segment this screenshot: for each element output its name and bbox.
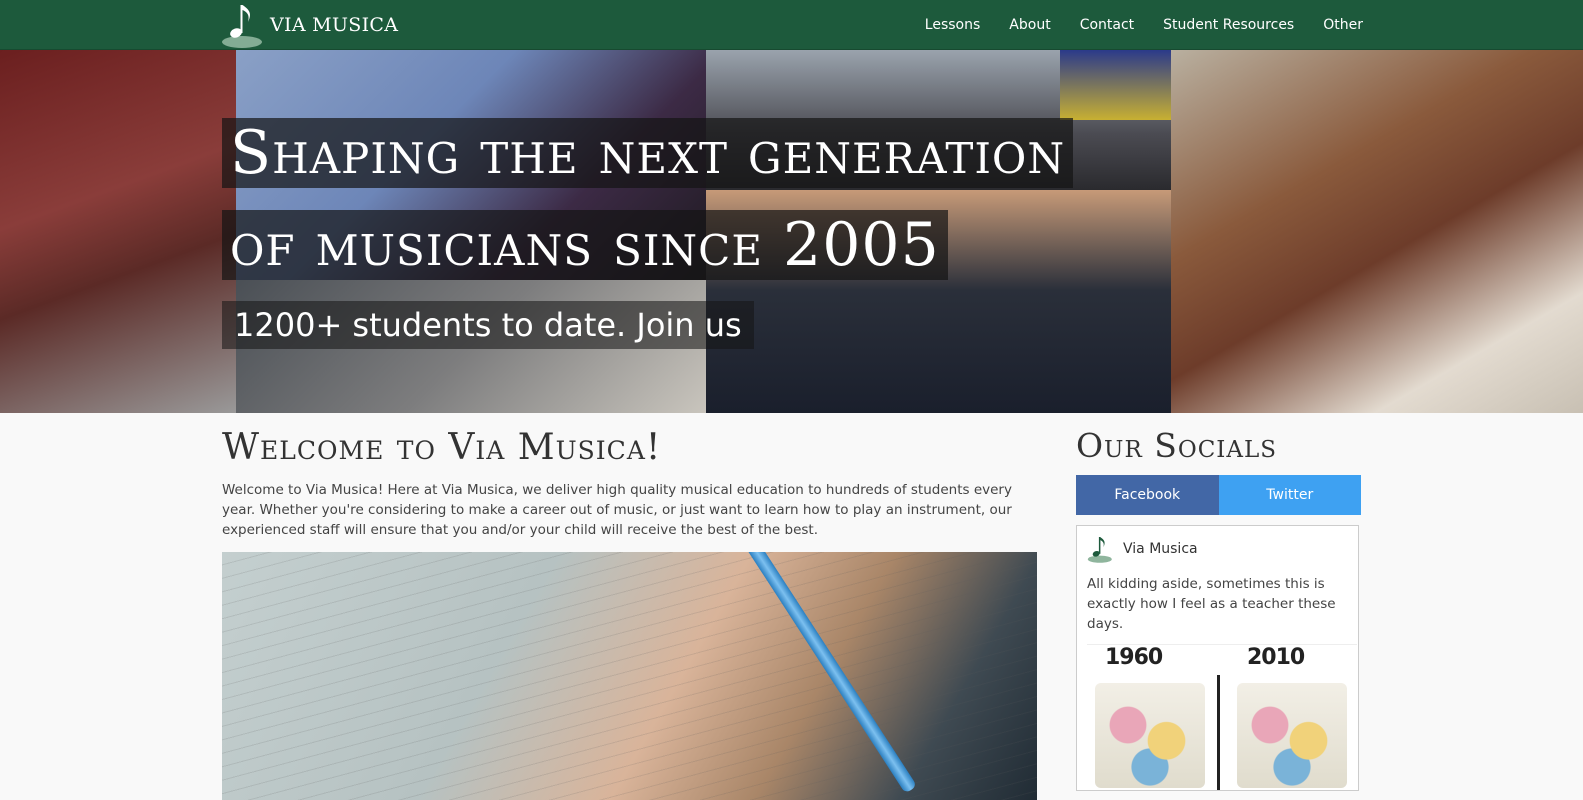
- nav-student-resources[interactable]: Student Resources: [1163, 17, 1294, 33]
- music-note-icon[interactable]: [1087, 534, 1115, 564]
- social-tabs: Facebook Twitter: [1076, 475, 1361, 515]
- comic-image[interactable]: 1960 2010: [1087, 644, 1357, 790]
- brand-name: VIA MUSICA: [270, 14, 399, 36]
- nav-lessons[interactable]: Lessons: [925, 17, 981, 33]
- nav-contact[interactable]: Contact: [1080, 17, 1134, 33]
- comic-divider: [1217, 675, 1220, 790]
- post-text: All kidding aside, sometimes this is exa…: [1087, 576, 1336, 632]
- comic-year-left: 1960: [1105, 645, 1163, 670]
- main-content: Welcome to Via Musica! Welcome to Via Mu…: [222, 413, 1037, 800]
- comic-panel-left: [1095, 683, 1205, 788]
- music-note-icon: [222, 0, 266, 50]
- sheet-music-lines: [222, 552, 1037, 800]
- socials-title: Our Socials: [1076, 426, 1278, 465]
- post-author[interactable]: Via Musica: [1123, 541, 1198, 557]
- nav-other[interactable]: Other: [1323, 17, 1363, 33]
- comic-panel-right: [1237, 683, 1347, 788]
- top-navbar: VIA MUSICA Lessons About Contact Student…: [0, 0, 1583, 50]
- hero-photo-student: [0, 50, 240, 413]
- comic-year-right: 2010: [1247, 645, 1305, 670]
- hero-photo-banner: [1060, 50, 1175, 120]
- sidebar: Our Socials Facebook Twitter Via Musica …: [1076, 413, 1361, 791]
- tab-twitter[interactable]: Twitter: [1218, 475, 1361, 515]
- hero-headline-1: Shaping the next generation: [222, 118, 1074, 188]
- facebook-post: Via Musica All kidding aside, sometimes …: [1076, 525, 1359, 791]
- page-title: Welcome to Via Musica!: [222, 427, 662, 468]
- hero-headline-2: of musicians since 2005: [222, 210, 948, 280]
- hero-cta[interactable]: 1200+ students to date. Join us: [222, 301, 754, 349]
- nav-links: Lessons About Contact Student Resources …: [896, 0, 1363, 50]
- intro-paragraph: Welcome to Via Musica! Here at Via Music…: [222, 482, 1012, 538]
- nav-about[interactable]: About: [1009, 17, 1050, 33]
- post-header: Via Musica: [1087, 534, 1348, 564]
- writing-music-image: [222, 552, 1037, 800]
- hero-photo-boy: [1171, 50, 1583, 413]
- tab-facebook[interactable]: Facebook: [1076, 475, 1219, 515]
- brand-link[interactable]: VIA MUSICA: [222, 0, 398, 50]
